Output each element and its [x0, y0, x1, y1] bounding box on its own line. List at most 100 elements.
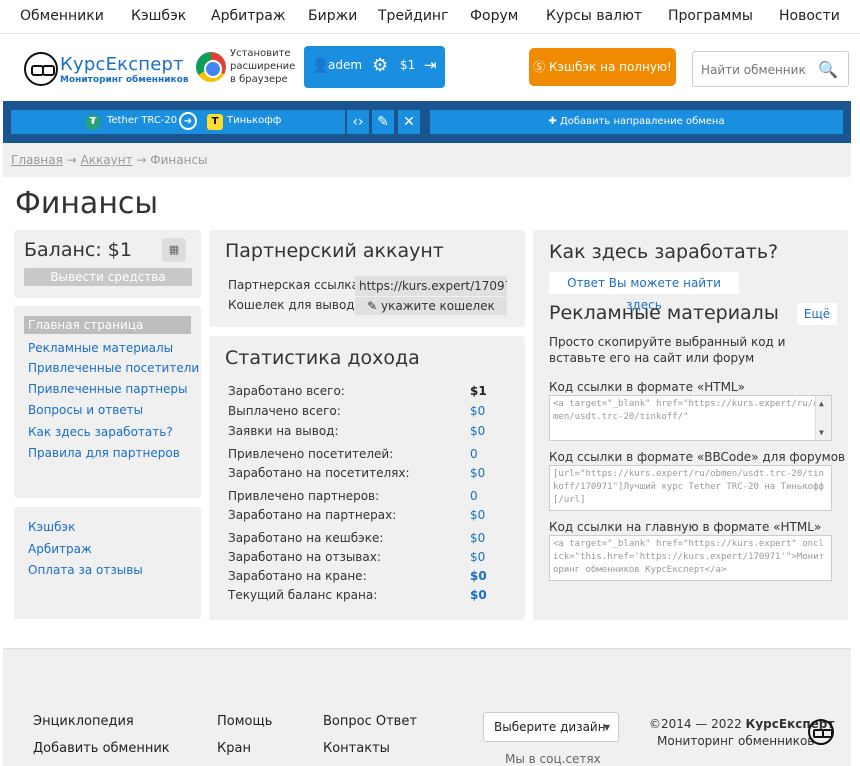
- nav-item-exchanges[interactable]: Биржи: [308, 8, 357, 24]
- add-direction-label: Добавить направление обмена: [559, 116, 725, 127]
- close-icon[interactable]: ✕: [398, 110, 420, 134]
- stat-label: Привлечено посетителей:: [228, 447, 394, 461]
- cashback-button[interactable]: Ⓢ Кэшбэк на полную!: [529, 48, 676, 86]
- header: КурсЕксперт Мониторинг обменников Устано…: [0, 34, 860, 100]
- stat-label: Заработано на отзывах:: [228, 550, 381, 564]
- search-icon[interactable]: 🔍: [818, 60, 838, 79]
- nav-item-exchangers[interactable]: Обменники: [20, 8, 104, 24]
- textarea-scrollbar[interactable]: [815, 396, 831, 440]
- footer-link-add-exchanger[interactable]: Добавить обменник: [33, 741, 170, 756]
- stat-value[interactable]: $0: [470, 404, 485, 418]
- code-main-html-textarea[interactable]: <a target="_blank" href="https://kurs.ex…: [549, 535, 832, 581]
- stat-value[interactable]: 0: [470, 447, 478, 461]
- partner-link-label: Партнерская ссылка:: [228, 278, 364, 292]
- menu-item-cashback[interactable]: Кэшбэк: [28, 520, 75, 534]
- code-html-label: Код ссылки в формате «HTML»: [549, 380, 745, 394]
- page-title: Финансы: [15, 186, 159, 221]
- footer-link-faucet[interactable]: Кран: [217, 741, 251, 756]
- nav-item-cashback[interactable]: Кэшбэк: [131, 8, 186, 24]
- materials-description: Просто скопируйте выбранный код и вставь…: [549, 335, 786, 365]
- cashback-button-label: Кэшбэк на полную!: [548, 60, 672, 74]
- menu-item-arbitrage[interactable]: Арбитраж: [28, 542, 92, 556]
- menu-item-faq[interactable]: Вопросы и ответы: [28, 403, 143, 417]
- logo-name-part-2: Експерт: [105, 54, 184, 75]
- code-icon[interactable]: ‹›: [347, 110, 369, 134]
- stat-value[interactable]: $0: [470, 466, 485, 480]
- design-select[interactable]: Выберите дизайн: [483, 712, 619, 742]
- nav-item-trading[interactable]: Трейдинг: [378, 8, 448, 24]
- search-input[interactable]: [701, 61, 819, 79]
- menu-item-partners[interactable]: Привлеченные партнеры: [28, 382, 188, 396]
- extension-promo-text[interactable]: Установите расширение в браузере: [230, 47, 300, 86]
- code-bbcode-textarea[interactable]: [url="https://kurs.expert/ru/obmen/usdt.…: [549, 465, 832, 511]
- stat-value[interactable]: $0: [470, 588, 487, 602]
- nav-item-arbitrage[interactable]: Арбитраж: [211, 8, 285, 24]
- breadcrumb-account[interactable]: Аккаунт: [81, 153, 133, 167]
- chrome-icon[interactable]: [196, 52, 226, 82]
- logo-name-part-1: Курс: [60, 54, 106, 75]
- breadcrumb-home[interactable]: Главная: [11, 153, 63, 167]
- direction-from: Tether TRC-20: [107, 115, 178, 126]
- nav-item-rates[interactable]: Курсы валют: [546, 8, 642, 24]
- nav-item-programs[interactable]: Программы: [668, 8, 753, 24]
- menu-item-rules[interactable]: Правила для партнеров: [28, 446, 180, 460]
- menu-item-visitors[interactable]: Привлеченные посетители: [28, 361, 199, 375]
- stat-label: Текущий баланс крана:: [228, 588, 378, 602]
- withdraw-button[interactable]: Вывести средства: [24, 268, 192, 286]
- code-html-value: <a target="_blank" href="https://kurs.ex…: [553, 399, 824, 422]
- add-direction-button[interactable]: ✚ Добавить направление обмена: [430, 110, 843, 134]
- footer-link-faq[interactable]: Вопрос Ответ: [323, 714, 417, 729]
- nav-item-forum[interactable]: Форум: [470, 8, 518, 24]
- wallet-button-label: укажите кошелек: [381, 299, 495, 313]
- footer-link-help[interactable]: Помощь: [217, 714, 272, 729]
- stat-label: Выплачено всего:: [228, 404, 341, 418]
- breadcrumb-current: Финансы: [150, 153, 208, 167]
- answer-link-button[interactable]: Ответ Вы можете найти здесь: [549, 272, 739, 312]
- footer-link-encyclopedia[interactable]: Энциклопедия: [33, 714, 134, 729]
- direction-selector[interactable]: ₮ Tether TRC-20 ➜ T Тинькофф: [11, 110, 345, 134]
- stat-label: Заработано на кране:: [228, 569, 367, 583]
- wallet-label: Кошелек для вывода:: [228, 298, 366, 312]
- tinkoff-icon: T: [207, 114, 223, 130]
- income-stats-panel: Статистика дохода Заработано всего: $1 В…: [209, 336, 525, 620]
- edit-icon[interactable]: ✎: [372, 110, 394, 134]
- stat-value[interactable]: $0: [470, 531, 485, 545]
- dollar-coin-icon: Ⓢ: [533, 60, 549, 74]
- footer-link-contacts[interactable]: Контакты: [323, 741, 390, 756]
- user-balance[interactable]: $1: [400, 58, 415, 72]
- stat-value: $1: [470, 384, 487, 398]
- stat-value[interactable]: 0: [470, 489, 478, 503]
- partner-link-field[interactable]: https://kurs.expert/170971: [355, 276, 507, 296]
- username[interactable]: adem: [328, 58, 362, 72]
- gear-icon[interactable]: ⚙: [372, 55, 388, 76]
- stat-value[interactable]: $0: [470, 569, 487, 583]
- menu-item-review-payment[interactable]: Оплата за отзывы: [28, 563, 143, 577]
- top-nav: Обменники Кэшбэк Арбитраж Биржи Трейдинг…: [0, 0, 860, 34]
- code-main-html-label: Код ссылки на главную в формате «HTML»: [549, 520, 822, 534]
- search-box: 🔍: [692, 51, 849, 87]
- coins-icon[interactable]: ▦: [162, 238, 186, 262]
- glasses-logo-icon[interactable]: [808, 719, 834, 745]
- stat-value[interactable]: $0: [470, 424, 485, 438]
- tether-icon: ₮: [85, 114, 101, 130]
- stat-value[interactable]: $0: [470, 550, 485, 564]
- edit-icon: ✎: [367, 299, 382, 313]
- plus-icon: ✚: [548, 116, 560, 127]
- code-html-textarea[interactable]: <a target="_blank" href="https://kurs.ex…: [549, 395, 832, 441]
- logout-icon[interactable]: ⇥: [424, 56, 437, 74]
- code-bbcode-label: Код ссылки в формате «BBCode» для форумо…: [549, 450, 846, 464]
- site-logo[interactable]: КурсЕксперт Мониторинг обменников: [24, 50, 189, 86]
- nav-item-news[interactable]: Новости: [779, 8, 840, 24]
- social-label: Мы в соц.сетях: [505, 752, 601, 766]
- wallet-button[interactable]: ✎ укажите кошелек: [355, 297, 507, 315]
- menu-item-materials[interactable]: Рекламные материалы: [28, 341, 173, 355]
- logo-tagline: Мониторинг обменников: [60, 75, 189, 85]
- menu-item-main[interactable]: Главная страница: [24, 316, 191, 334]
- stats-title: Статистика дохода: [225, 347, 420, 369]
- stat-value[interactable]: $0: [470, 508, 485, 522]
- balance-title: Баланс: $1: [24, 239, 132, 261]
- menu-item-how-to-earn[interactable]: Как здесь заработать?: [28, 425, 173, 439]
- direction-bar: ₮ Tether TRC-20 ➜ T Тинькофф ‹› ✎ ✕ ✚ До…: [3, 101, 851, 143]
- more-button[interactable]: Ещё: [797, 303, 837, 325]
- user-icon[interactable]: 👤: [312, 58, 329, 74]
